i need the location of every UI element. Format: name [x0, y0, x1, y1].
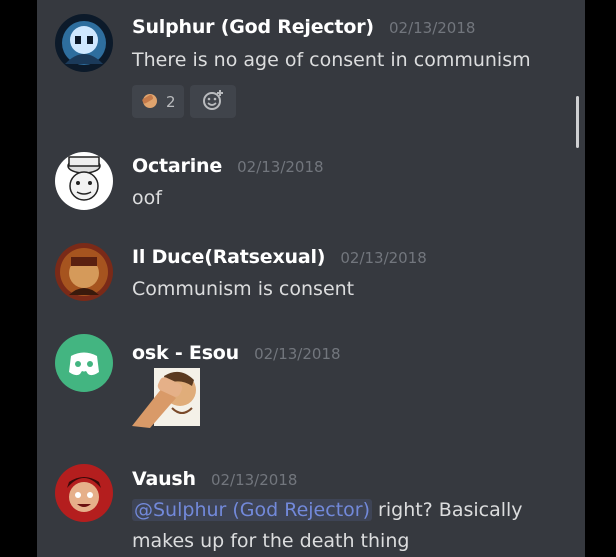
message-text-line2: makes up for the death thing — [132, 530, 410, 552]
timestamp: 02/13/2018 — [388, 19, 476, 37]
chat-panel: Sulphur (God Rejector) 02/13/2018 There … — [37, 0, 585, 557]
reaction-button[interactable]: 2 — [132, 85, 184, 118]
avatar[interactable] — [55, 243, 113, 301]
avatar[interactable] — [55, 334, 113, 392]
facepalm-emoji-icon — [140, 90, 160, 114]
username[interactable]: Il Duce(Ratsexual) — [132, 246, 325, 268]
timestamp: 02/13/2018 — [340, 249, 427, 267]
avatar[interactable] — [55, 14, 113, 72]
message-text-line1: @Sulphur (God Rejector) right? Basically — [132, 495, 523, 526]
user-mention[interactable]: @Sulphur (God Rejector) — [132, 499, 372, 521]
message-text: oof — [132, 187, 162, 209]
timestamp: 02/13/2018 — [254, 345, 341, 363]
timestamp: 02/13/2018 — [210, 471, 298, 489]
add-reaction-icon — [202, 89, 224, 115]
scrollbar-thumb[interactable] — [576, 96, 579, 148]
message-text: There is no age of consent in communism — [132, 49, 531, 71]
username[interactable]: Vaush — [132, 468, 196, 490]
username[interactable]: osk - Esou — [132, 342, 239, 364]
avatar[interactable] — [55, 464, 113, 522]
reaction-count: 2 — [166, 92, 176, 111]
timestamp: 02/13/2018 — [237, 158, 324, 176]
username[interactable]: Sulphur (God Rejector) — [132, 16, 374, 38]
avatar[interactable] — [55, 152, 113, 210]
message-text: Communism is consent — [132, 278, 355, 300]
username[interactable]: Octarine — [132, 155, 222, 177]
add-reaction-button[interactable] — [189, 85, 236, 118]
facepalm-sticker[interactable] — [132, 368, 202, 430]
message-text: right? Basically — [372, 499, 523, 521]
